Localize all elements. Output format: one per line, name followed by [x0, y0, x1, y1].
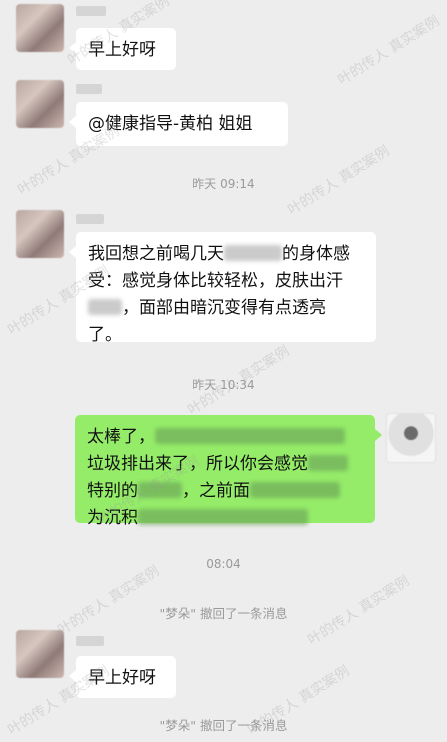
message-text: 垃圾排出来了，所以你会感觉 — [87, 454, 308, 474]
sender-name-blurred — [76, 6, 106, 16]
sender-avatar[interactable] — [16, 4, 64, 52]
message-text: ，面部由暗沉变得有点透亮 — [122, 298, 326, 318]
message-bubble[interactable]: @健康指导-黄柏 姐姐 — [69, 102, 288, 146]
watermark: 叶的传人 真实案例 — [55, 563, 163, 639]
message-bubble[interactable]: 我回想之前喝几天 的身体感 受：感觉身体比较轻松，皮肤出汗 ，面部由暗沉变得有点透… — [69, 232, 376, 345]
redacted-text — [88, 299, 122, 315]
redacted-text — [308, 455, 348, 471]
message-text: 特别的 — [87, 481, 138, 501]
sender-avatar[interactable] — [16, 630, 64, 678]
message-text: 我回想之前喝几天 — [88, 244, 224, 264]
sender-name-blurred — [76, 84, 102, 94]
watermark: 叶的传人 真实案例 — [335, 13, 443, 89]
sender-name-blurred — [76, 636, 104, 646]
timestamp: 08:04 — [206, 557, 241, 571]
redacted-text — [250, 482, 340, 498]
message-text: @健康指导-黄柏 姐姐 — [88, 114, 253, 134]
message-text: 早上好呀 — [88, 668, 156, 688]
message-bubble[interactable]: 早上好呀 — [69, 656, 176, 698]
message-text: 的身体感 — [282, 244, 350, 264]
message-text: 为沉积 — [87, 508, 138, 528]
message-text: 受：感觉身体比较轻松，皮肤出汗 — [88, 271, 343, 291]
message-bubble-self[interactable]: 太棒了， 垃圾排出来了，所以你会感觉 特别的 ，之前面 为沉积 — [75, 415, 382, 528]
sender-name-blurred — [76, 214, 104, 224]
sender-avatar[interactable] — [16, 80, 64, 128]
message-text: ，之前面 — [182, 481, 250, 501]
chat-area: 早上好呀 @健康指导-黄柏 姐姐 昨天 09:14 我回想之前喝几天 的身体感 受… — [0, 0, 447, 742]
redacted-text — [155, 428, 345, 444]
message-text: 了。 — [88, 325, 122, 345]
sender-avatar[interactable] — [16, 210, 64, 258]
recall-notice: "梦朵" 撤回了一条消息 — [159, 718, 288, 733]
message-text: 太棒了， — [87, 427, 155, 447]
recall-notice: "梦朵" 撤回了一条消息 — [159, 606, 288, 621]
timestamp: 昨天 10:34 — [192, 378, 255, 392]
self-avatar[interactable] — [386, 413, 436, 463]
redacted-text — [224, 245, 282, 261]
redacted-text — [138, 482, 182, 498]
message-bubble[interactable]: 早上好呀 — [69, 28, 176, 70]
redacted-text — [138, 509, 308, 525]
message-text: 早上好呀 — [88, 40, 156, 60]
timestamp: 昨天 09:14 — [192, 177, 255, 191]
